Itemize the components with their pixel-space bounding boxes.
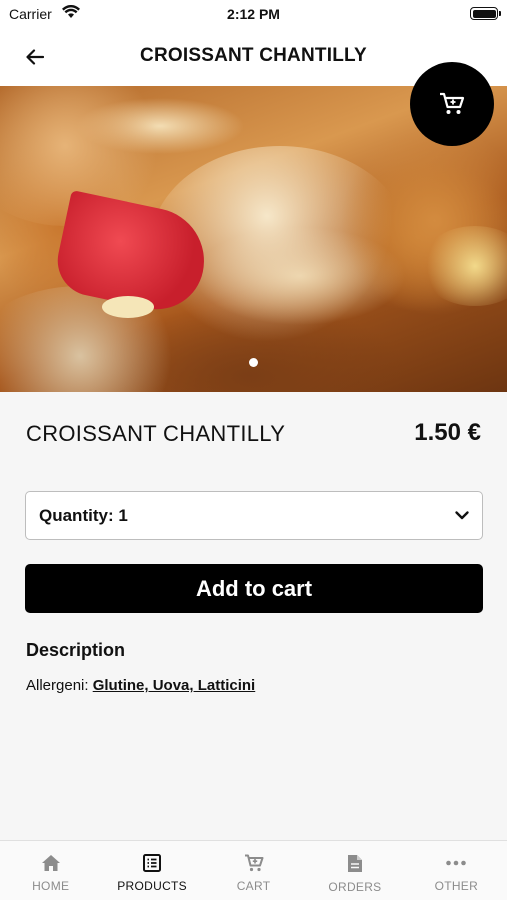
floating-cart-button[interactable] — [410, 62, 494, 146]
tab-orders[interactable]: ORDERS — [304, 841, 405, 900]
more-icon — [446, 860, 467, 866]
allergens-text: Allergeni: Glutine, Uova, Latticini — [26, 677, 255, 694]
tab-bar: HOME PRODUCTS CART ORDERS OTHER — [0, 840, 507, 900]
battery-icon — [470, 7, 501, 20]
list-icon — [143, 854, 162, 872]
tab-cart[interactable]: CART — [203, 841, 304, 900]
tab-home[interactable]: HOME — [0, 841, 101, 900]
allergens-prefix: Allergeni: — [26, 677, 93, 694]
cream-decoration — [102, 296, 154, 318]
allergens-link[interactable]: Glutine, Uova, Latticini — [93, 677, 256, 694]
tab-label: PRODUCTS — [117, 879, 187, 893]
status-time: 2:12 PM — [227, 6, 280, 22]
tab-label: HOME — [32, 879, 70, 893]
tab-other[interactable]: OTHER — [406, 841, 507, 900]
home-icon — [41, 855, 60, 871]
add-to-cart-button[interactable]: Add to cart — [25, 564, 483, 613]
quantity-select[interactable]: Quantity: 1 — [25, 491, 483, 540]
pager-dot[interactable] — [249, 358, 258, 367]
page-title: CROISSANT CHANTILLY — [140, 45, 367, 66]
tab-products[interactable]: PRODUCTS — [101, 841, 202, 900]
tab-label: ORDERS — [328, 880, 382, 894]
quantity-label: Quantity: 1 — [39, 506, 128, 525]
tab-label: OTHER — [434, 879, 479, 893]
product-price: 1.50 € — [414, 419, 481, 446]
status-bar: Carrier 2:12 PM — [0, 0, 507, 28]
tab-label: CART — [236, 879, 271, 893]
chevron-down-icon — [455, 511, 469, 520]
document-icon — [347, 855, 362, 872]
cart-icon — [244, 854, 264, 872]
cart-icon — [440, 92, 465, 114]
description-heading: Description — [26, 640, 126, 660]
product-name: CROISSANT CHANTILLY — [26, 421, 286, 446]
